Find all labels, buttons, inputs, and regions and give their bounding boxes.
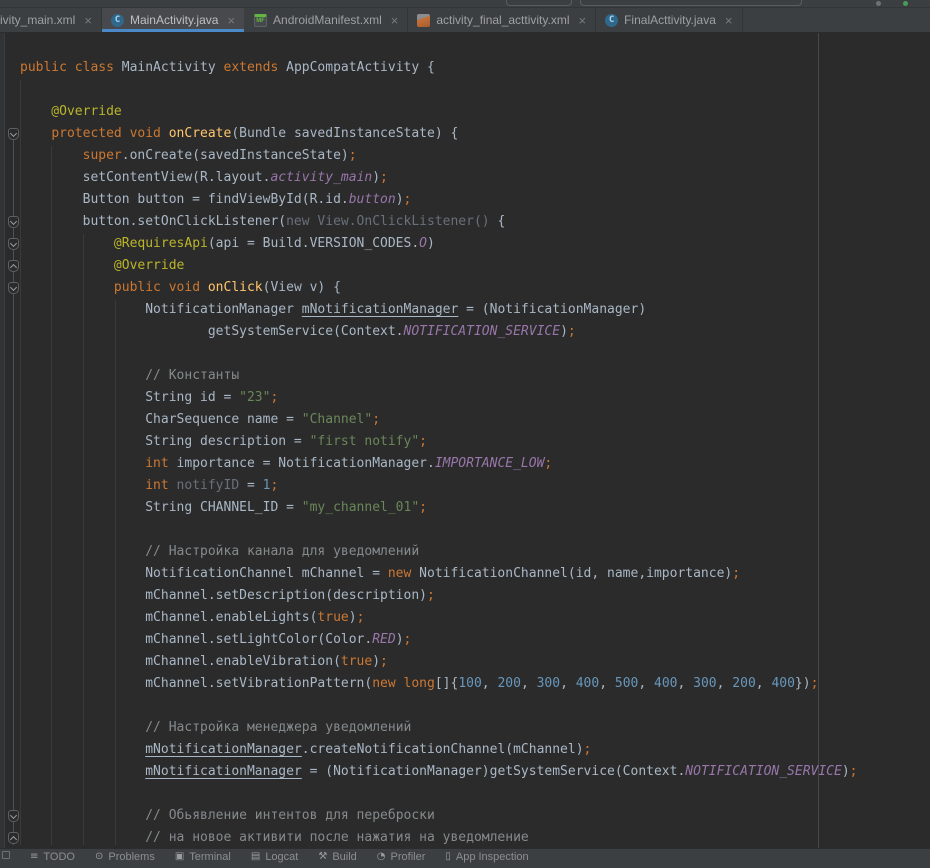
statusbar-item-app-inspection[interactable]: ▯ App Inspection	[445, 851, 528, 863]
fold-marker[interactable]	[8, 260, 19, 272]
editor-tab[interactable]: MF AndroidManifest.xml ×	[245, 8, 408, 32]
code-line: mChannel.setDescription(description);	[20, 585, 858, 607]
problems-icon: ⊙	[95, 851, 103, 863]
statusbar-item-terminal[interactable]: ▣ Terminal	[175, 851, 231, 863]
tool-window-bar: ≡ TODO ⊙ Problems ▣ Terminal ▤ Logcat ⚒ Build ◔ Pro…	[0, 848, 930, 868]
editor-tab[interactable]: C FinalActtivity.java ×	[596, 8, 742, 32]
code-line: String CHANNEL_ID = "my_channel_01";	[20, 497, 858, 519]
code-line: mChannel.enableVibration(true);	[20, 651, 858, 673]
tab-label: ivity_main.xml	[0, 13, 75, 27]
code-line: super.onCreate(savedInstanceState);	[20, 145, 858, 167]
statusbar-item-label: Build	[332, 851, 356, 863]
code-line	[20, 79, 858, 101]
statusbar-item-profiler[interactable]: ◔ Profiler	[377, 851, 426, 863]
code-line: NotificationManager mNotificationManager…	[20, 299, 858, 321]
code-line	[20, 343, 858, 365]
run-config-button[interactable]	[506, 0, 572, 6]
java-class-icon: C	[111, 14, 124, 27]
terminal-icon: ▣	[175, 851, 184, 863]
statusbar-item-build[interactable]: ⚒ Build	[318, 851, 356, 863]
java-class-icon: C	[605, 14, 618, 27]
code-line: // Настройка канала для уведомлений	[20, 541, 858, 563]
code-editor[interactable]: public class MainActivity extends AppCom…	[0, 33, 930, 848]
fold-marker[interactable]	[8, 810, 19, 822]
gutter-edge	[0, 33, 5, 848]
code-line: // Константы	[20, 365, 858, 387]
logcat-icon: ▤	[251, 851, 260, 863]
statusbar-item-label: TODO	[43, 851, 75, 863]
code-line: CharSequence name = "Channel";	[20, 409, 858, 431]
editor-tab[interactable]: ivity_main.xml ×	[0, 8, 102, 32]
code-line	[20, 783, 858, 805]
fold-marker[interactable]	[8, 128, 19, 140]
fold-marker[interactable]	[8, 282, 19, 294]
statusbar-item-label: Terminal	[189, 851, 231, 863]
code-line: @Override	[20, 255, 858, 277]
code-line: mNotificationManager.createNotificationC…	[20, 739, 858, 761]
manifest-icon: MF	[254, 14, 267, 27]
status-dot-icon	[876, 1, 881, 6]
code-area: public class MainActivity extends AppCom…	[20, 57, 858, 849]
code-line: @RequiresApi(api = Build.VERSION_CODES.O…	[20, 233, 858, 255]
tab-label: MainActivity.java	[130, 13, 218, 27]
status-bar-items: ≡ TODO ⊙ Problems ▣ Terminal ▤ Logcat ⚒ Build ◔ Pro…	[30, 851, 529, 863]
code-line: // Настройка менеджера уведомлений	[20, 717, 858, 739]
tab-label: FinalActtivity.java	[624, 13, 716, 27]
fold-marker[interactable]	[8, 832, 19, 844]
main-toolbar	[0, 0, 930, 8]
statusbar-item-todo[interactable]: ≡ TODO	[30, 851, 75, 863]
layout-icon	[417, 14, 430, 27]
code-line: mChannel.setVibrationPattern(new long[]{…	[20, 673, 858, 695]
todo-icon: ≡	[30, 851, 38, 863]
code-line: button.setOnClickListener(new View.OnCli…	[20, 211, 858, 233]
tab-close-icon[interactable]: ×	[579, 14, 587, 27]
editor-tab[interactable]: C MainActivity.java ×	[102, 8, 245, 32]
code-line: public void onClick(View v) {	[20, 277, 858, 299]
statusbar-item-logcat[interactable]: ▤ Logcat	[251, 851, 298, 863]
tab-close-icon[interactable]: ×	[725, 14, 733, 27]
code-line: String description = "first notify";	[20, 431, 858, 453]
app-inspection-icon: ▯	[445, 851, 451, 863]
code-line: mChannel.enableLights(true);	[20, 607, 858, 629]
statusbar-item-problems[interactable]: ⊙ Problems	[95, 851, 155, 863]
statusbar-item-label: Profiler	[391, 851, 426, 863]
code-line: @Override	[20, 101, 858, 123]
editor-tab-bar: ivity_main.xml × C MainActivity.java × MF Andr…	[0, 8, 930, 33]
code-line: protected void onCreate(Bundle savedInst…	[20, 123, 858, 145]
code-line: getSystemService(Context.NOTIFICATION_SE…	[20, 321, 858, 343]
tab-close-icon[interactable]: ×	[391, 14, 399, 27]
code-line: int notifyID = 1;	[20, 475, 858, 497]
code-line: String id = "23";	[20, 387, 858, 409]
code-line	[20, 695, 858, 717]
statusbar-item-label: Problems	[108, 851, 154, 863]
device-select-button[interactable]	[580, 0, 802, 6]
code-line	[20, 519, 858, 541]
fold-marker[interactable]	[8, 216, 19, 228]
profiler-icon: ◔	[377, 851, 386, 863]
tool-stripe-icon[interactable]	[2, 851, 10, 859]
code-line: Button button = findViewById(R.id.button…	[20, 189, 858, 211]
code-line: mNotificationManager = (NotificationMana…	[20, 761, 858, 783]
tab-label: AndroidManifest.xml	[273, 13, 382, 27]
build-icon: ⚒	[318, 851, 327, 863]
tab-close-icon[interactable]: ×	[84, 14, 92, 27]
editor-tab[interactable]: activity_final_acttivity.xml ×	[408, 8, 596, 32]
tab-label: activity_final_acttivity.xml	[436, 13, 569, 27]
code-line: NotificationChannel mChannel = new Notif…	[20, 563, 858, 585]
code-line: mChannel.setLightColor(Color.RED);	[20, 629, 858, 651]
code-line: // на новое активити после нажатия на ув…	[20, 827, 858, 849]
code-line: int importance = NotificationManager.IMP…	[20, 453, 858, 475]
statusbar-item-label: App Inspection	[456, 851, 529, 863]
fold-marker[interactable]	[8, 238, 19, 250]
code-line: public class MainActivity extends AppCom…	[20, 57, 858, 79]
run-status-icon	[903, 1, 908, 6]
code-line: setContentView(R.layout.activity_main);	[20, 167, 858, 189]
tab-close-icon[interactable]: ×	[227, 14, 235, 27]
statusbar-item-label: Logcat	[265, 851, 298, 863]
code-line: // Обьявление интентов для переброски	[20, 805, 858, 827]
